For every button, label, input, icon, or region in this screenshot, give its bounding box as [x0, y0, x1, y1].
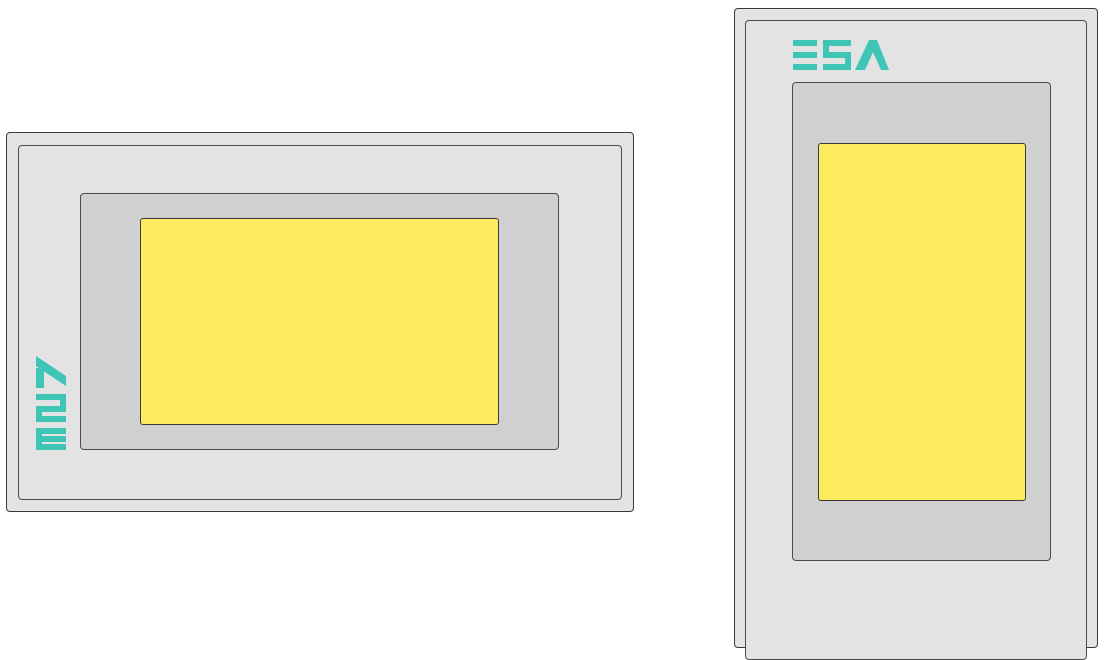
landscape-esa-logo	[36, 356, 66, 450]
portrait-display-screen	[818, 143, 1026, 501]
portrait-esa-logo	[793, 40, 889, 70]
landscape-display-screen	[140, 218, 499, 425]
